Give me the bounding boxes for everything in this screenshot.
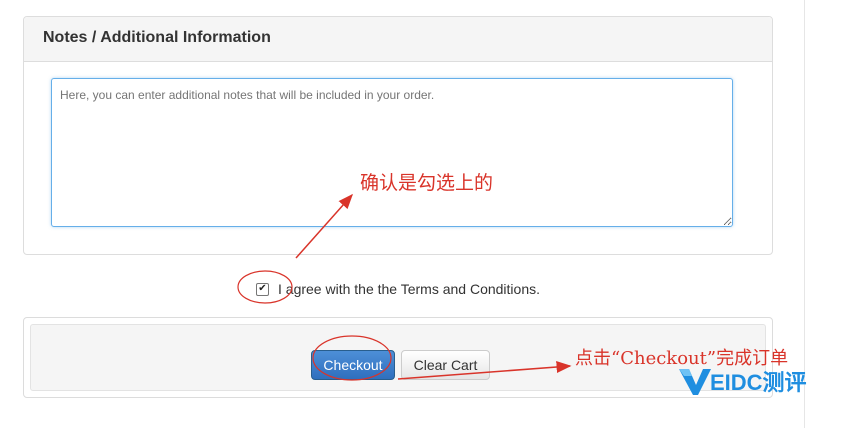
checkout-highlight-circle [312,335,392,381]
watermark-text: EIDC测评 [710,370,807,395]
confirm-checked-annotation: 确认是勾选上的 [360,172,494,194]
checkbox-annotation-arrow [295,193,353,259]
checkout-annotation-arrow [397,361,572,380]
checkbox-highlight-circle [237,270,293,304]
v-logo-icon [679,369,711,395]
watermark-logo: EIDC测评 [678,365,807,397]
